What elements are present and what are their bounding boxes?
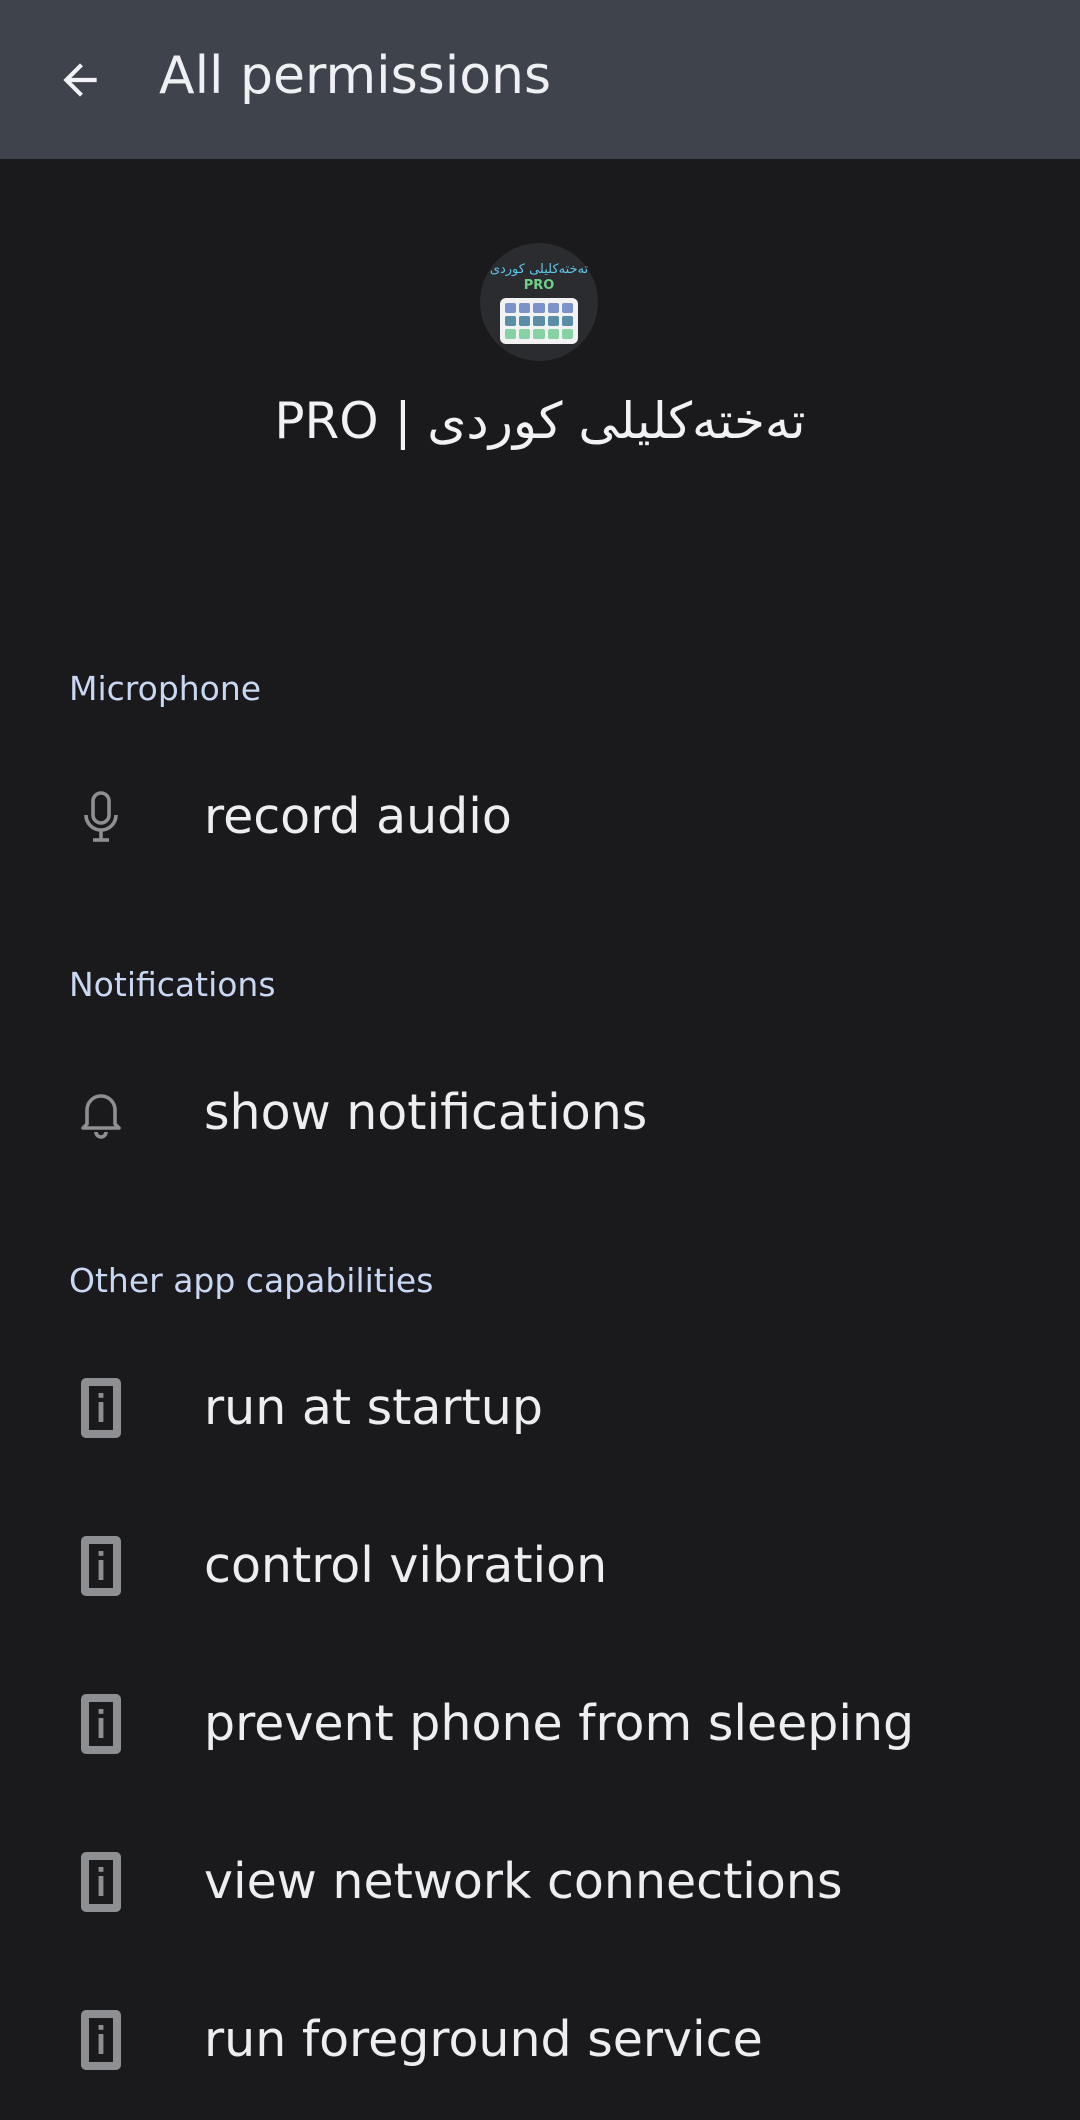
permission-item-run-at-startup[interactable]: run at startup [0,1333,1080,1483]
permission-item-prevent-sleeping[interactable]: prevent phone from sleeping [0,1649,1080,1799]
permission-item-show-notifications[interactable]: show notifications [0,1038,1080,1188]
arrow-back-icon [63,63,97,97]
app-bar: All permissions [0,0,1080,159]
permission-label: view network connections [204,1853,843,1910]
permission-item-run-foreground-service[interactable]: run foreground service [0,1965,1080,2115]
info-device-icon [70,1851,132,1913]
permission-label: record audio [204,788,512,845]
info-device-icon [70,2009,132,2071]
app-icon: تەختەکلیلی کوردی PRO [480,243,598,361]
back-button[interactable] [40,40,120,120]
page-title: All permissions [159,46,552,106]
permission-label: control vibration [204,1537,608,1594]
section-title-microphone: Microphone [69,669,262,708]
app-name: PRO | تەختەکلیلی کوردی [274,392,806,450]
permission-label: prevent phone from sleeping [204,1695,915,1752]
keyboard-icon [500,298,578,344]
section-title-other-capabilities: Other app capabilities [69,1261,434,1300]
microphone-icon [70,786,132,848]
bell-icon [70,1082,132,1144]
app-icon-pro-label: PRO [523,278,555,293]
info-device-icon [70,1693,132,1755]
permission-label: run at startup [204,1379,543,1436]
app-icon-caption: تەختەکلیلی کوردی [489,262,589,277]
permission-label: show notifications [204,1084,648,1141]
permission-label: run foreground service [204,2011,763,2068]
section-title-notifications: Notifications [69,965,276,1004]
info-device-icon [70,1535,132,1597]
info-device-icon [70,1377,132,1439]
permission-item-view-network-connections[interactable]: view network connections [0,1807,1080,1957]
permission-item-control-vibration[interactable]: control vibration [0,1491,1080,1641]
permission-item-record-audio[interactable]: record audio [0,742,1080,892]
